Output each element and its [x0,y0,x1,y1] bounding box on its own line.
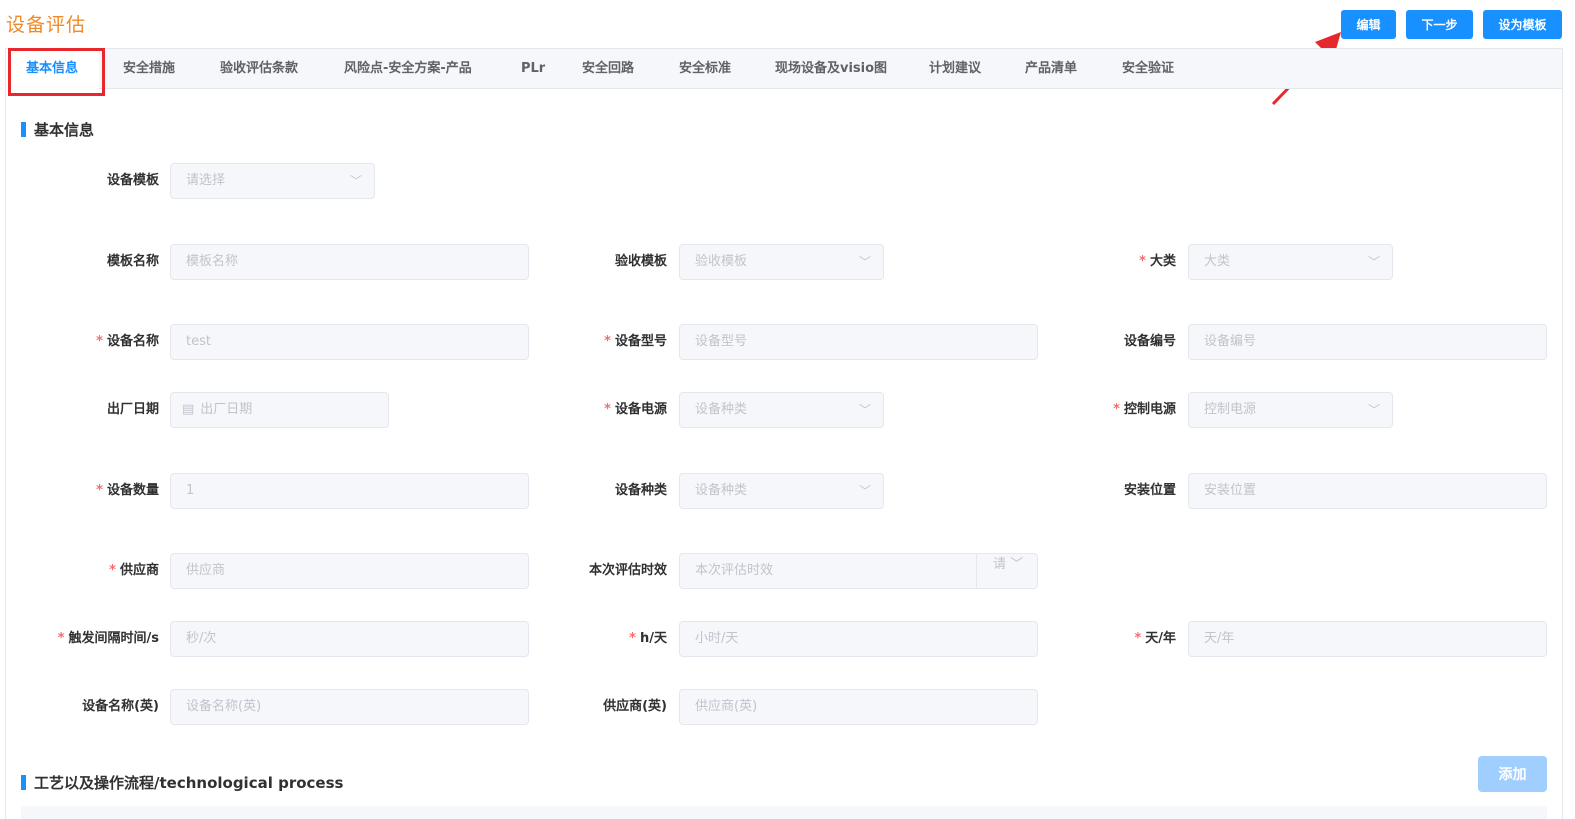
device-name-label: * 设备名称 [96,334,159,349]
tab-plr[interactable]: PLr [521,49,545,89]
section-process: 工艺以及操作流程/technological process [21,772,343,793]
chevron-down-icon: ﹀ [858,403,871,417]
device-model-input[interactable]: 设备型号 [679,324,1038,360]
calendar-icon: ▤ [182,402,195,417]
acceptance-template-select[interactable]: 验收模板 ﹀ [679,244,884,280]
eval-validity-unit-select[interactable]: 请 ﹀ [976,554,1037,588]
chevron-down-icon: ﹀ [858,484,871,498]
chevron-down-icon: ﹀ [858,255,871,269]
required-asterisk: * [96,334,103,349]
chevron-down-icon: ﹀ [1367,255,1380,269]
required-asterisk: * [1113,402,1120,417]
device-power-select[interactable]: 设备种类 ﹀ [679,392,884,428]
section-process-title: 工艺以及操作流程/technological process [34,774,344,792]
device-template-label: 设备模板 [106,173,159,188]
required-asterisk: * [109,563,116,578]
factory-date-picker[interactable]: ▤ 出厂日期 [170,392,389,428]
supplier-en-input[interactable]: 供应商(英) [679,689,1038,725]
device-type-select[interactable]: 设备种类 ﹀ [679,473,884,509]
device-quantity-label: * 设备数量 [96,483,159,498]
eval-validity-input[interactable]: 本次评估时效 请 ﹀ [679,553,1038,589]
tab-acceptance-clauses[interactable]: 验收评估条款 [220,49,298,89]
section-basic-info: 基本信息 [21,119,94,140]
tab-safety-verification[interactable]: 安全验证 [1122,49,1174,89]
control-power-label: * 控制电源 [1113,402,1176,417]
device-template-select[interactable]: 请选择 ﹀ [170,163,375,199]
tab-plan-suggestion[interactable]: 计划建议 [929,49,981,89]
device-number-label: 设备编号 [1123,334,1176,349]
chevron-down-icon: ﹀ [1010,557,1024,572]
tab-safety-measures[interactable]: 安全措施 [123,49,175,89]
required-asterisk: * [604,402,611,417]
process-table-header [21,806,1547,819]
tab-safety-standard[interactable]: 安全标准 [679,49,731,89]
template-name-label: 模板名称 [106,254,159,269]
tab-site-equipment[interactable]: 现场设备及visio图 [775,49,887,89]
required-asterisk: * [629,631,636,646]
days-per-year-label: * 天/年 [1134,631,1176,646]
hours-per-day-input[interactable]: 小时/天 [679,621,1038,657]
add-button[interactable]: 添加 [1478,756,1547,792]
device-power-label: * 设备电源 [604,402,667,417]
tab-safety-circuit[interactable]: 安全回路 [582,49,634,89]
category-label: * 大类 [1139,254,1176,269]
device-name-input[interactable]: test [170,324,529,360]
days-per-year-input[interactable]: 天/年 [1188,621,1547,657]
trigger-interval-label: * 触发间隔时间/s [57,631,159,646]
section-bar [21,122,26,137]
device-quantity-input[interactable]: 1 [170,473,529,509]
tab-product-list[interactable]: 产品清单 [1025,49,1077,89]
section-basic-info-title: 基本信息 [34,121,95,139]
install-location-label: 安装位置 [1123,483,1176,498]
device-name-en-input[interactable]: 设备名称(英) [170,689,529,725]
acceptance-template-label: 验收模板 [614,254,667,269]
tab-bar: 基本信息 安全措施 验收评估条款 风险点-安全方案-产品 PLr 安全回路 安全… [6,49,1562,89]
device-name-en-label: 设备名称(英) [82,699,159,714]
eval-validity-label: 本次评估时效 [588,563,667,578]
supplier-input[interactable]: 供应商 [170,553,529,589]
chevron-down-icon: ﹀ [1367,403,1380,417]
device-number-input[interactable]: 设备编号 [1188,324,1547,360]
required-asterisk: * [1139,254,1146,269]
factory-date-label: 出厂日期 [106,402,159,417]
control-power-select[interactable]: 控制电源 ﹀ [1188,392,1393,428]
install-location-input[interactable]: 安装位置 [1188,473,1547,509]
supplier-label: * 供应商 [109,563,159,578]
required-asterisk: * [604,334,611,349]
set-as-template-button[interactable]: 设为模板 [1483,10,1562,39]
category-select[interactable]: 大类 ﹀ [1188,244,1393,280]
chevron-down-icon: ﹀ [349,174,362,188]
device-model-label: * 设备型号 [604,334,667,349]
tab-basic-info[interactable]: 基本信息 [6,49,99,89]
page-title: 设备评估 [6,14,87,36]
required-asterisk: * [96,483,103,498]
next-step-button[interactable]: 下一步 [1406,10,1473,39]
hours-per-day-label: * h/天 [629,631,667,646]
required-asterisk: * [1134,631,1142,646]
device-type-label: 设备种类 [614,483,667,498]
tab-risk-points[interactable]: 风险点-安全方案-产品 [344,49,472,89]
section-bar [21,775,26,790]
trigger-interval-input[interactable]: 秒/次 [170,621,529,657]
template-name-input[interactable]: 模板名称 [170,244,529,280]
required-asterisk: * [57,631,65,646]
supplier-en-label: 供应商(英) [603,699,667,714]
